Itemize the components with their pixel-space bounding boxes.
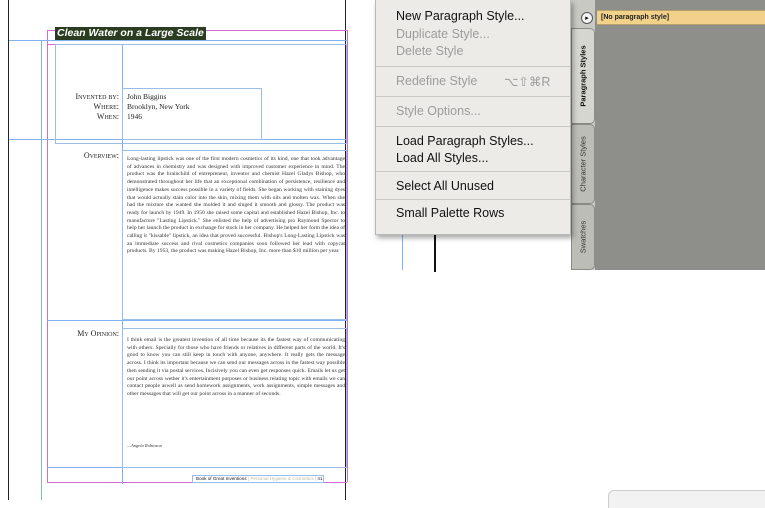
tab-swatches[interactable]: Swatches [571,204,595,270]
tab-label: Paragraph Styles [578,45,588,107]
palette-flyout-menu: New Paragraph Style... Duplicate Style..… [375,0,571,235]
menu-separator [376,199,570,200]
where-value[interactable]: Brooklyn, New York [127,102,190,111]
status-bar-fragment [608,490,765,508]
opinion-label: My Opinion: [77,329,119,338]
menu-item-label: Redefine Style [396,74,478,88]
menu-item-load-all-styles[interactable]: Load All Styles... [396,151,488,165]
menu-item-delete-style[interactable]: Delete Style [396,44,463,58]
tab-label: Character Styles [578,136,588,192]
menu-item-new-paragraph-style[interactable]: New Paragraph Style... [396,9,525,23]
footer-page-number: 41 [317,476,323,481]
menu-item-load-paragraph-styles[interactable]: Load Paragraph Styles... [396,134,534,148]
canvas-page-edge [434,232,436,272]
style-list-item-selected[interactable]: [No paragraph style] [597,10,765,25]
page-footer: Book of Great Inventions | Personal Hygi… [192,475,324,483]
margin-guide [347,30,348,482]
overview-text[interactable]: Long-lasting lipstick was one of the fir… [127,156,345,318]
ruler-guide [402,235,403,270]
palette-menu-arrow-icon[interactable]: ▸ [581,12,593,24]
ruler-guide [9,40,347,41]
ruler-guide [47,320,347,321]
menu-separator [376,66,570,67]
when-value[interactable]: 1946 [127,112,142,121]
menu-item-select-all-unused[interactable]: Select All Unused [396,179,494,193]
menu-separator [376,126,570,127]
when-label: When: [96,112,119,121]
where-label: Where: [93,102,119,111]
menu-item-redefine-style[interactable]: Redefine Style ⌥⇧⌘R [396,74,550,89]
tab-label: Swatches [578,220,588,254]
footer-book-title: Book of Great Inventions [196,476,247,481]
invented-by-label: Invented by: [75,92,119,101]
opinion-text[interactable]: I think email is the greatest invention … [127,337,345,437]
menu-item-small-palette-rows[interactable]: Small Palette Rows [396,206,504,220]
menu-item-shortcut: ⌥⇧⌘R [504,75,551,89]
tab-paragraph-styles[interactable]: Paragraph Styles [571,28,595,124]
signature: —Angela Robinson [127,443,162,448]
menu-separator [376,171,570,172]
tab-character-styles[interactable]: Character Styles [571,124,595,204]
invented-by-value[interactable]: John Biggins [127,92,166,101]
overview-label: Overview: [83,151,119,160]
document-title[interactable]: Clean Water on a Large Scale [55,27,206,40]
paragraph-styles-palette: ▸ [No paragraph style] Paragraph Styles … [565,0,765,270]
menu-item-duplicate-style[interactable]: Duplicate Style... [396,27,490,41]
document-page: Clean Water on a Large Scale Invented by… [8,0,348,500]
menu-separator [376,96,570,97]
footer-section: Personal Hygiene & Cosmetics [250,476,314,481]
palette-body [595,0,765,270]
menu-item-style-options[interactable]: Style Options... [396,104,481,118]
